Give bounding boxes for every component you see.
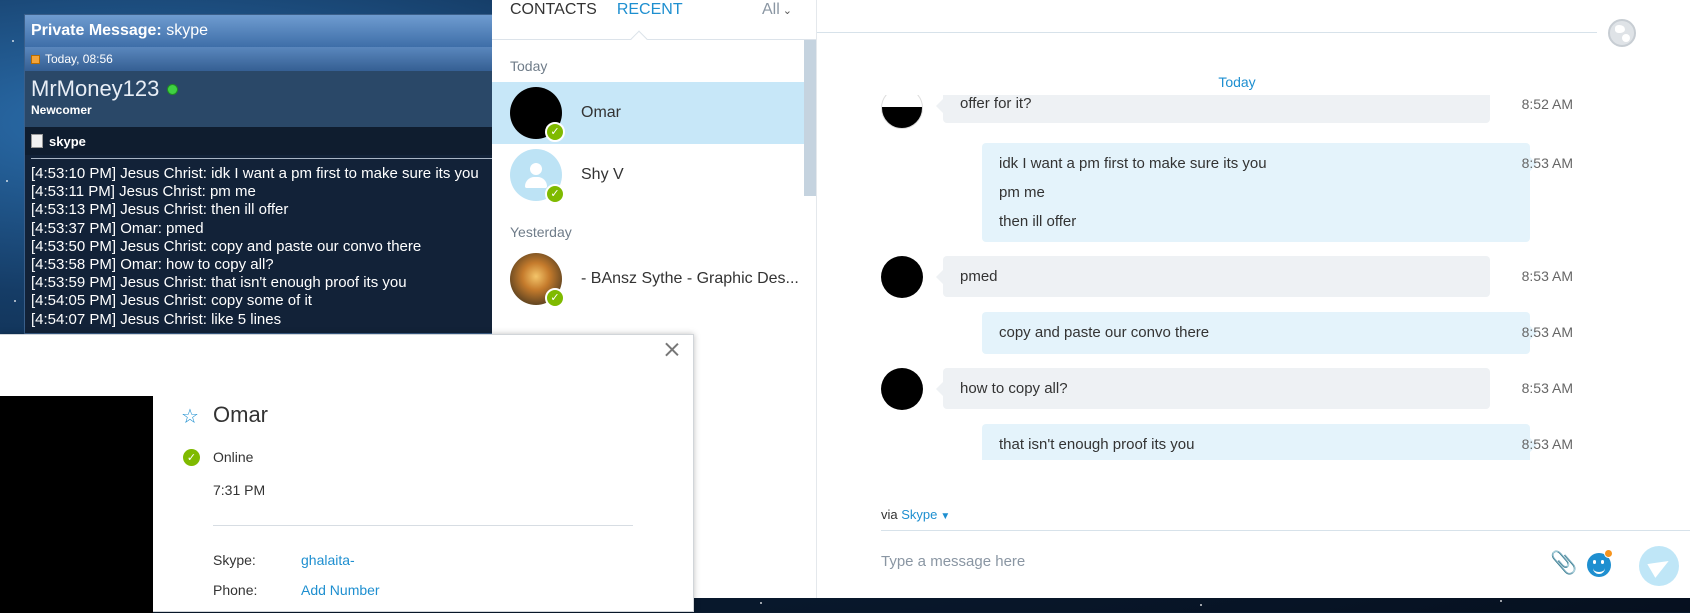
pm-date: Today, 08:56: [45, 52, 113, 66]
pm-line: [4:53:11 PM] Jesus Christ: pm me: [31, 183, 256, 201]
online-check-icon: ✓: [545, 288, 565, 308]
group-label-today: Today: [510, 58, 548, 74]
pm-user-rank: Newcomer: [31, 103, 92, 117]
message-bubble: offer for it?: [936, 95, 1490, 123]
skype-label: Skype:: [213, 552, 256, 568]
online-check-icon: ✓: [545, 122, 565, 142]
pm-subject-text: skype: [49, 133, 86, 149]
close-icon[interactable]: [665, 342, 679, 356]
message-time: 8:53 AM: [1521, 380, 1573, 396]
paperclip-icon[interactable]: 📎: [1550, 553, 1577, 575]
message-time: 8:53 AM: [1521, 155, 1573, 171]
message-text: idk I want a pm first to make sure its y…: [999, 155, 1267, 172]
message-text: then ill offer: [999, 213, 1077, 230]
profile-local-time: 7:31 PM: [213, 482, 266, 498]
message-text: offer for it?: [960, 95, 1032, 112]
contact-name: - BAnsz Sythe - Graphic Des...: [581, 270, 799, 287]
pm-sender: MrMoney123 Newcomer: [25, 71, 499, 127]
online-dot-icon: [167, 83, 179, 95]
filter-value: All: [762, 1, 780, 18]
message-time: 8:52 AM: [1521, 96, 1573, 112]
message-time: 8:53 AM: [1521, 268, 1573, 284]
pm-date-bar: Today, 08:56: [25, 47, 499, 71]
contact-name: Shy V: [581, 166, 624, 183]
document-icon: [31, 134, 43, 148]
pm-divider: [31, 158, 493, 159]
profile-photo: [0, 396, 153, 613]
avatar: ✓: [510, 87, 565, 142]
via-selector: via Skype ▼: [881, 507, 950, 522]
contact-item-shy-v[interactable]: ✓ Shy V: [492, 144, 816, 206]
online-check-icon: ✓: [183, 449, 200, 466]
pm-line: [4:53:13 PM] Jesus Christ: then ill offe…: [31, 201, 289, 219]
message-bubble: copy and paste our convo there: [982, 312, 1537, 354]
contact-name: Omar: [581, 104, 621, 121]
pm-title-subject: skype: [166, 22, 208, 39]
pm-title-prefix: Private Message:: [31, 22, 162, 39]
avatar: ✓: [510, 253, 565, 308]
star-icon[interactable]: ☆: [181, 406, 199, 426]
post-icon: [31, 54, 40, 64]
globe-icon[interactable]: [1608, 19, 1636, 47]
forum-private-message: Private Message: skype Today, 08:56 MrMo…: [24, 14, 500, 334]
message-text: that isn't enough proof its you: [999, 436, 1195, 453]
pm-line: [4:53:59 PM] Jesus Christ: that isn't en…: [31, 274, 407, 292]
message-time: 8:53 AM: [1521, 436, 1573, 452]
via-label: via: [881, 507, 898, 522]
pm-line: [4:53:37 PM] Omar: pmed: [31, 219, 204, 237]
avatar: [881, 256, 923, 298]
avatar: ✓: [510, 149, 565, 204]
message-bubble: idk I want a pm first to make sure its y…: [982, 143, 1537, 242]
message-text: pm me: [999, 184, 1045, 201]
skype-name-link[interactable]: ghalaita-: [301, 552, 355, 568]
message-text: how to copy all?: [960, 380, 1068, 397]
message-bubble: pmed: [936, 256, 1490, 297]
pm-title-bar: Private Message: skype: [25, 15, 499, 47]
chat-header-divider: [817, 32, 1597, 33]
phone-label: Phone:: [213, 582, 258, 598]
avatar: [881, 368, 923, 410]
avatar: [881, 95, 923, 129]
contacts-scrollbar[interactable]: [804, 40, 816, 196]
pm-line: [4:53:58 PM] Omar: how to copy all?: [31, 256, 274, 274]
pm-message-body: [4:53:10 PM] Jesus Christ: idk I want a …: [25, 165, 499, 329]
pm-line: [4:54:05 PM] Jesus Christ: copy some of …: [31, 292, 312, 310]
notification-dot: [1604, 549, 1613, 558]
caret-down-icon[interactable]: ▼: [940, 511, 950, 522]
profile-divider: [213, 525, 633, 526]
group-label-yesterday: Yesterday: [510, 224, 572, 240]
pm-line: [4:53:10 PM] Jesus Christ: idk I want a …: [31, 165, 479, 182]
day-separator: Today: [1218, 74, 1256, 90]
compose-divider: [881, 530, 1690, 531]
tab-recent[interactable]: RECENT: [617, 1, 683, 19]
tab-contacts[interactable]: CONTACTS: [510, 1, 597, 19]
message-bubble: that isn't enough proof its you: [982, 424, 1537, 460]
pm-line: [4:54:07 PM] Jesus Christ: like 5 lines: [31, 310, 282, 328]
profile-card: ☆ Omar ✓ Online 7:31 PM Skype: ghalaita-…: [0, 334, 694, 613]
profile-name: Omar: [213, 402, 268, 427]
contacts-tabs: CONTACTS RECENT All ⌄: [492, 0, 816, 48]
filter-dropdown[interactable]: All ⌄: [762, 1, 792, 19]
via-link[interactable]: Skype: [901, 507, 937, 522]
message-list: offer for it? 8:52 AM idk I want a pm fi…: [817, 95, 1690, 460]
chevron-down-icon: ⌄: [782, 5, 792, 17]
profile-status: Online: [213, 449, 254, 465]
message-text: pmed: [960, 268, 998, 285]
online-check-icon: ✓: [545, 184, 565, 204]
message-time: 8:53 AM: [1521, 324, 1573, 340]
contact-item-bansz-sythe[interactable]: ✓ - BAnsz Sythe - Graphic Des...: [492, 248, 816, 310]
send-icon[interactable]: [1639, 546, 1679, 586]
message-text: copy and paste our convo there: [999, 324, 1210, 341]
pm-username[interactable]: MrMoney123: [31, 76, 159, 102]
message-input[interactable]: Type a message here: [881, 553, 1025, 570]
message-bubble: how to copy all?: [936, 368, 1490, 409]
pm-line: [4:53:50 PM] Jesus Christ: copy and past…: [31, 237, 422, 255]
add-number-link[interactable]: Add Number: [301, 582, 380, 598]
chat-pane: Today offer for it? 8:52 AM idk I want a…: [817, 0, 1690, 598]
pm-subject: skype: [25, 127, 499, 155]
contact-item-omar[interactable]: ✓ Omar: [492, 82, 816, 144]
